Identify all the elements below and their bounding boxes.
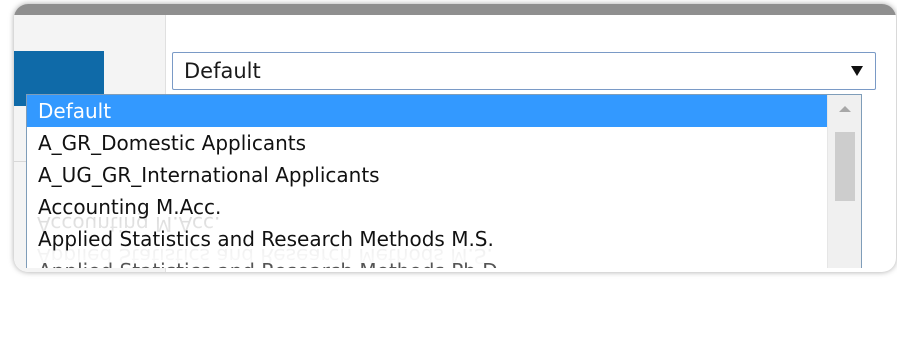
scroll-thumb[interactable]: [835, 132, 855, 201]
reflection-line: Accounting M.Acc.: [37, 212, 221, 236]
option-a-ug-gr-international[interactable]: A_UG_GR_International Applicants: [27, 159, 827, 191]
scroll-up-arrow-icon[interactable]: [839, 106, 851, 112]
option-default[interactable]: Default: [27, 95, 827, 127]
option-a-gr-domestic[interactable]: A_GR_Domestic Applicants: [27, 127, 827, 159]
dropdown-reflection: Applied Statistics and Research Methods …: [26, 198, 862, 272]
top-bar: [14, 4, 896, 15]
select-current-value: Default: [184, 59, 261, 83]
dropdown-arrow-icon[interactable]: [851, 66, 863, 76]
filter-select[interactable]: Default: [172, 52, 876, 90]
reflection-line: Applied Statistics and Research Methods …: [37, 244, 493, 268]
